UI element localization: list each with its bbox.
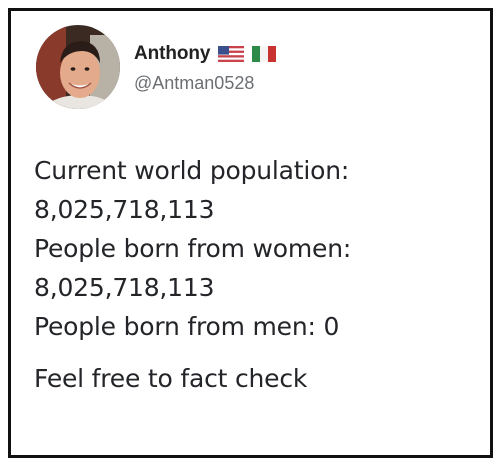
tweet-line: Current world population:: [34, 156, 350, 185]
tweet-line: People born from women:: [34, 234, 352, 263]
avatar-image: [36, 25, 120, 109]
name-row: Anthony: [134, 41, 277, 67]
us-flag-icon: [218, 45, 245, 62]
user-handle[interactable]: @Antman0528: [134, 73, 276, 94]
display-name[interactable]: Anthony: [134, 43, 210, 65]
avatar[interactable]: [36, 25, 120, 109]
tweet-text: Current world population: 8,025,718,113 …: [34, 151, 351, 398]
tweet-line: Feel free to fact check: [34, 364, 308, 393]
tweet-line: People born from men: 0: [34, 312, 340, 341]
tweet-header: Anthony @Antman0528: [36, 25, 277, 109]
author-info: Anthony @Antman0528: [134, 41, 277, 94]
tweet-line: 8,025,718,113: [34, 273, 215, 302]
tweet-line: 8,025,718,113: [34, 195, 215, 224]
italy-flag-icon: [252, 45, 277, 62]
tweet-card: Anthony @Antman0528 Current world popula…: [8, 8, 493, 458]
